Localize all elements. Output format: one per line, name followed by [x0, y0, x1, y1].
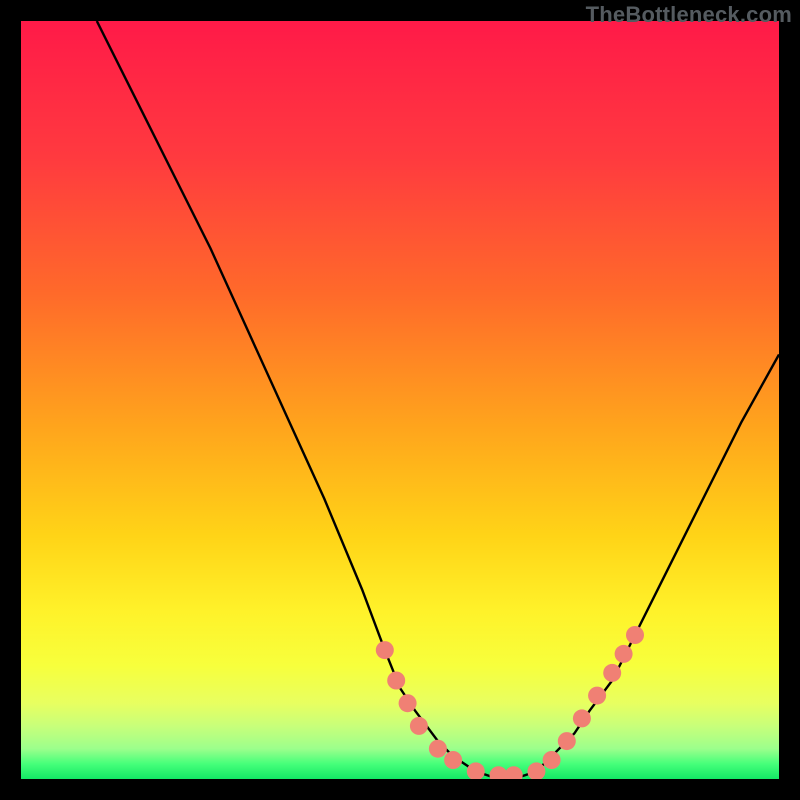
marker-group: [376, 626, 644, 779]
marker-dot: [588, 687, 606, 705]
marker-dot: [626, 626, 644, 644]
marker-dot: [376, 641, 394, 659]
marker-dot: [467, 762, 485, 779]
bottleneck-curve: [97, 21, 779, 779]
marker-dot: [558, 732, 576, 750]
marker-dot: [490, 766, 508, 779]
marker-dot: [615, 645, 633, 663]
marker-dot: [543, 751, 561, 769]
curve-layer: [21, 21, 779, 779]
marker-dot: [505, 766, 523, 779]
marker-dot: [429, 740, 447, 758]
marker-dot: [399, 694, 417, 712]
marker-dot: [387, 672, 405, 690]
marker-dot: [603, 664, 621, 682]
marker-dot: [444, 751, 462, 769]
watermark-label: TheBottleneck.com: [586, 2, 792, 28]
marker-dot: [573, 709, 591, 727]
chart-frame: TheBottleneck.com: [0, 0, 800, 800]
marker-dot: [527, 762, 545, 779]
marker-dot: [410, 717, 428, 735]
plot-area: [21, 21, 779, 779]
v-curve: [97, 21, 779, 779]
